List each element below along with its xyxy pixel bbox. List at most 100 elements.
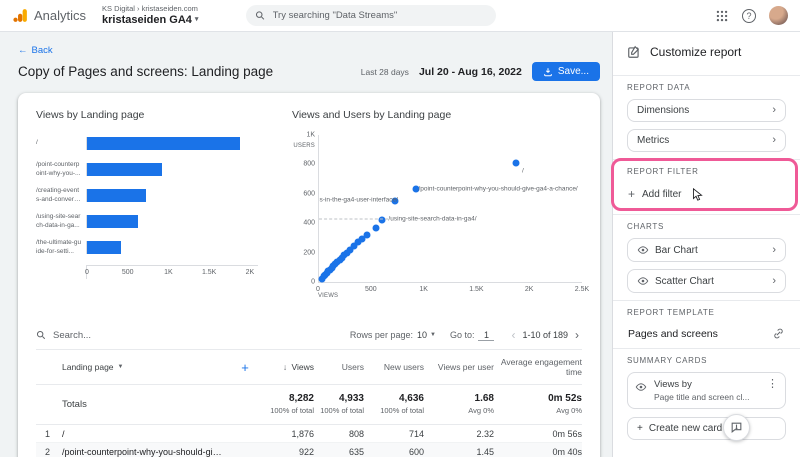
metric-cell: 600 (408, 446, 424, 457)
date-range-picker[interactable]: Jul 20 - Aug 16, 2022 (419, 66, 522, 78)
column-header[interactable]: New users (364, 362, 424, 372)
back-link[interactable]: ← Back (18, 45, 53, 56)
back-arrow-icon: ← (18, 45, 28, 56)
create-new-card-label: Create new card (648, 423, 723, 434)
x-tick-label: 1.5K (469, 286, 484, 293)
scatter-point[interactable] (512, 159, 520, 167)
kebab-menu-icon[interactable]: ⋮ (767, 379, 778, 390)
previous-page-icon[interactable]: ‹ (508, 328, 518, 342)
metrics-button[interactable]: Metrics › (627, 129, 786, 152)
next-page-icon[interactable]: › (572, 328, 582, 342)
x-tick-label: 1.5K (201, 269, 217, 276)
charts-label: CHARTS (627, 222, 665, 231)
bar-row: /using-site-search-data-in-ga... (36, 213, 258, 230)
search-icon (256, 11, 265, 20)
search-icon (36, 330, 46, 340)
help-icon[interactable]: ? (742, 8, 756, 23)
dimensions-button[interactable]: Dimensions › (627, 99, 786, 122)
dimension-header[interactable]: Landing page ▼ (62, 362, 234, 372)
app-header: Analytics KS Digital › kristaseiden.com … (0, 0, 800, 32)
add-filter-button[interactable]: + Add filter (627, 183, 786, 207)
scatter-chart-title: Views and Users by Landing page (292, 109, 452, 121)
table-header-row: Landing page ▼ + ↓ Views Users New users Vie… (36, 350, 582, 386)
x-axis-label: VIEWS (318, 293, 339, 299)
bar[interactable] (87, 241, 122, 254)
report-data-label: REPORT DATA (627, 83, 691, 92)
bar-chart-label: Bar Chart (655, 244, 698, 256)
column-header[interactable]: ↓ Views (256, 362, 314, 372)
bar[interactable] (87, 215, 138, 228)
report-data-section: REPORT DATA Dimensions › Metrics › (627, 83, 786, 152)
create-new-card-button[interactable]: + Create new card (627, 417, 786, 440)
table-row[interactable]: 2/point-counterpoint-why-you-should-give… (36, 443, 582, 457)
bar[interactable] (87, 137, 240, 150)
global-search-input[interactable] (272, 10, 488, 21)
column-header[interactable]: Average engagement time (494, 357, 582, 377)
feedback-button[interactable] (723, 414, 750, 441)
bar[interactable] (87, 189, 146, 202)
eye-icon[interactable] (637, 275, 649, 287)
metric-cell: 1.45 (476, 446, 494, 457)
scatter-x-axis: 0 500 1K 1.5K 2K 2.5K VIEWS (316, 283, 589, 301)
eye-icon[interactable] (637, 244, 649, 256)
eye-icon[interactable] (635, 381, 647, 393)
x-tick-label: 2K (245, 269, 255, 276)
scatter-annotation: /using-site-search-data-in-ga4/ (388, 215, 477, 223)
bar-chart-toggle[interactable]: Bar Chart › (627, 238, 786, 262)
apps-grid-icon[interactable] (715, 9, 729, 23)
metric-cell: 1,876 (291, 428, 314, 439)
column-header[interactable]: Users (314, 362, 364, 372)
row-index: 2 (45, 446, 51, 457)
report-filter-section: REPORT FILTER + Add filter (611, 158, 798, 211)
report-filter-label: REPORT FILTER (627, 167, 699, 176)
x-tick-label: 2.5K (574, 286, 590, 293)
app-name: Analytics (34, 8, 87, 23)
metric-cell: 922 (298, 446, 314, 457)
x-tick-label: 1K (419, 286, 428, 293)
charts-row: Views by Landing page / /point-counterpoi… (36, 109, 589, 301)
scatter-point[interactable] (378, 216, 386, 224)
plus-icon: + (628, 187, 636, 201)
add-column-button[interactable]: + (234, 360, 256, 375)
table-row[interactable]: 1 / 1,876 808 714 2.32 0m 56s (36, 425, 582, 444)
chevron-right-icon: › (772, 104, 776, 116)
totals-subtext: 100% of total (380, 406, 424, 416)
totals-row: Totals 8,282 100% of total 4,933 100% of to… (36, 385, 582, 426)
save-button[interactable]: Save... (531, 62, 600, 81)
chevron-down-icon: ▼ (117, 364, 124, 371)
divider (613, 75, 800, 76)
unlink-icon (774, 328, 783, 339)
column-header[interactable]: Views per user (424, 362, 494, 372)
scatter-chart-toggle[interactable]: Scatter Chart › (627, 269, 786, 293)
metric-cell: 2.32 (476, 428, 494, 439)
scatter-annotation: s-in-the-ga4-user-interface/ (319, 196, 398, 204)
metric-cell: 635 (348, 446, 364, 457)
page-title: Copy of Pages and screens: Landing page (18, 64, 274, 79)
table-search[interactable] (36, 329, 336, 341)
summary-card[interactable]: Views by Page title and screen cl... ⋮ (627, 372, 786, 409)
bar[interactable] (87, 163, 163, 176)
bar-category-label: /the-ultimate-guide-for-setti... (36, 239, 82, 255)
customize-sidebar: Customize report REPORT DATA Dimensions … (611, 32, 800, 457)
scatter-chart: Views and Users by Landing page / /point-… (292, 109, 589, 301)
cursor-icon (693, 187, 704, 201)
unlink-template-button[interactable] (772, 327, 785, 340)
summary-cards-section: SUMMARY CARDS Views by Page title and sc… (627, 356, 786, 440)
goto-page-input[interactable]: 1 (478, 330, 495, 341)
chevron-down-icon: ▾ (194, 15, 199, 23)
account-breadcrumb: KS Digital › kristaseiden.com (102, 4, 198, 14)
analytics-logo[interactable]: Analytics (12, 7, 86, 24)
divider (613, 348, 800, 349)
scatter-point[interactable] (363, 231, 371, 239)
account-switcher[interactable]: KS Digital › kristaseiden.com kristaseid… (102, 4, 198, 26)
scatter-point[interactable] (372, 224, 380, 232)
bar-category-label: /using-site-search-data-in-ga... (36, 213, 81, 229)
metric-cell: 808 (348, 428, 364, 439)
bar-track (86, 241, 258, 254)
rows-per-page-select[interactable]: 10 ▼ (417, 330, 436, 340)
global-search[interactable] (246, 5, 497, 26)
property-name[interactable]: kristaseiden GA4 ▾ (102, 14, 198, 26)
report-template-section: REPORT TEMPLATE Pages and screens (627, 308, 786, 341)
table-search-input[interactable] (53, 329, 173, 341)
avatar[interactable] (769, 6, 788, 25)
